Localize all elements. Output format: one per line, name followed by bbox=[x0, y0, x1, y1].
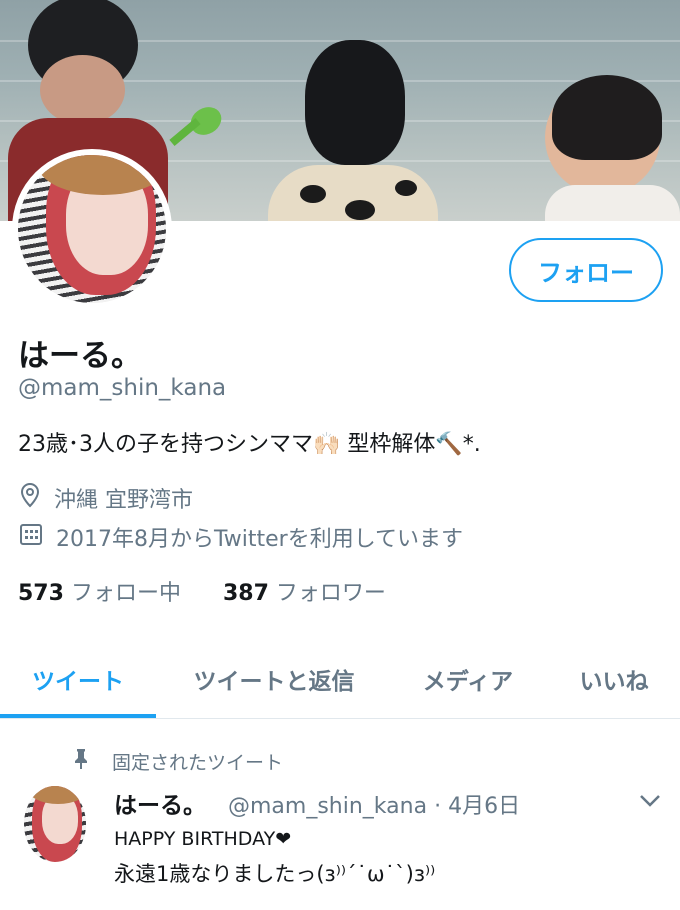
tweet-text-line-2: 永遠1歳なりましたっ(ɜ⁾⁾ˊ˙ω˙ˋ)ɜ⁾⁾ bbox=[114, 862, 436, 886]
profile-tabs: ツイート ツイートと返信 メディア いいね bbox=[0, 640, 680, 719]
tweet-date[interactable]: 4月6日 bbox=[448, 794, 520, 819]
location-pin-icon bbox=[18, 482, 54, 514]
location-text: 沖縄 宜野湾市 bbox=[54, 488, 193, 513]
tweet-author-handle[interactable]: @mam_shin_kana bbox=[228, 794, 427, 819]
chevron-down-icon[interactable] bbox=[638, 792, 662, 812]
active-tab-indicator bbox=[0, 714, 156, 718]
tab-tweets-and-replies[interactable]: ツイートと返信 bbox=[176, 640, 372, 718]
following-link[interactable]: 573 フォロー中 bbox=[18, 581, 181, 606]
tweet-author-avatar[interactable] bbox=[24, 786, 86, 862]
profile-stats: 573 フォロー中 387 フォロワー bbox=[18, 575, 386, 607]
profile-name: はーる。 bbox=[18, 338, 142, 374]
profile-avatar[interactable] bbox=[12, 149, 172, 309]
tab-tweets[interactable]: ツイート bbox=[0, 640, 156, 718]
followers-link[interactable]: 387 フォロワー bbox=[223, 581, 386, 606]
tweet-author-name[interactable]: はーる。 bbox=[114, 793, 206, 819]
profile-bio: 23歳･3人の子を持つシンママ🙌🏻 型枠解体🔨*. bbox=[18, 432, 481, 457]
profile-joined: 2017年8月からTwitterを利用しています bbox=[18, 521, 463, 553]
tweet-separator: · bbox=[434, 794, 442, 819]
tweet-header: はーる。 @mam_shin_kana · 4月6日 bbox=[114, 786, 520, 820]
calendar-icon bbox=[18, 521, 56, 553]
joined-text: 2017年8月からTwitterを利用しています bbox=[56, 527, 464, 552]
tab-media[interactable]: メディア bbox=[398, 640, 538, 718]
follow-button[interactable]: フォロー bbox=[509, 238, 663, 302]
tweet-text-line-1: HAPPY BIRTHDAY❤ bbox=[114, 828, 292, 850]
pinned-label: 固定されたツイート bbox=[72, 748, 283, 775]
pin-icon bbox=[72, 748, 90, 775]
profile-handle: @mam_shin_kana bbox=[18, 375, 227, 401]
profile-location: 沖縄 宜野湾市 bbox=[18, 482, 193, 514]
tab-likes[interactable]: いいね bbox=[558, 640, 670, 718]
